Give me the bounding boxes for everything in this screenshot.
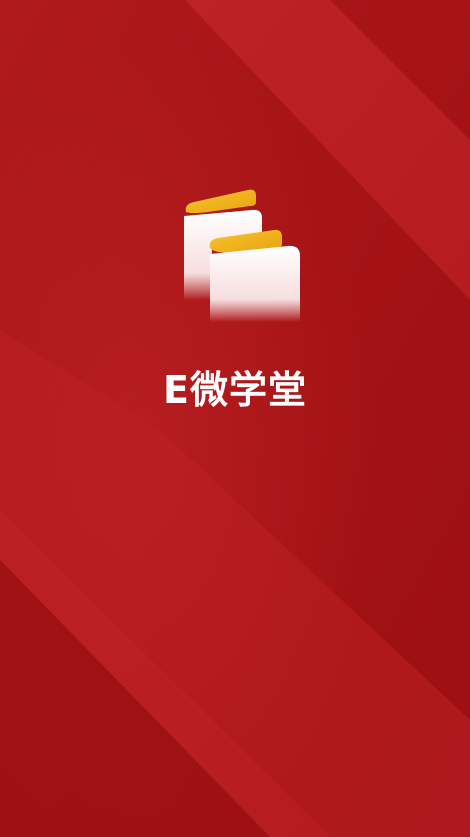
app-name-title: E微学堂 — [163, 368, 307, 412]
e-book-logo-icon — [178, 182, 308, 332]
splash-screen: E微学堂 — [0, 0, 470, 837]
background-diagonal-stripes — [0, 0, 470, 837]
